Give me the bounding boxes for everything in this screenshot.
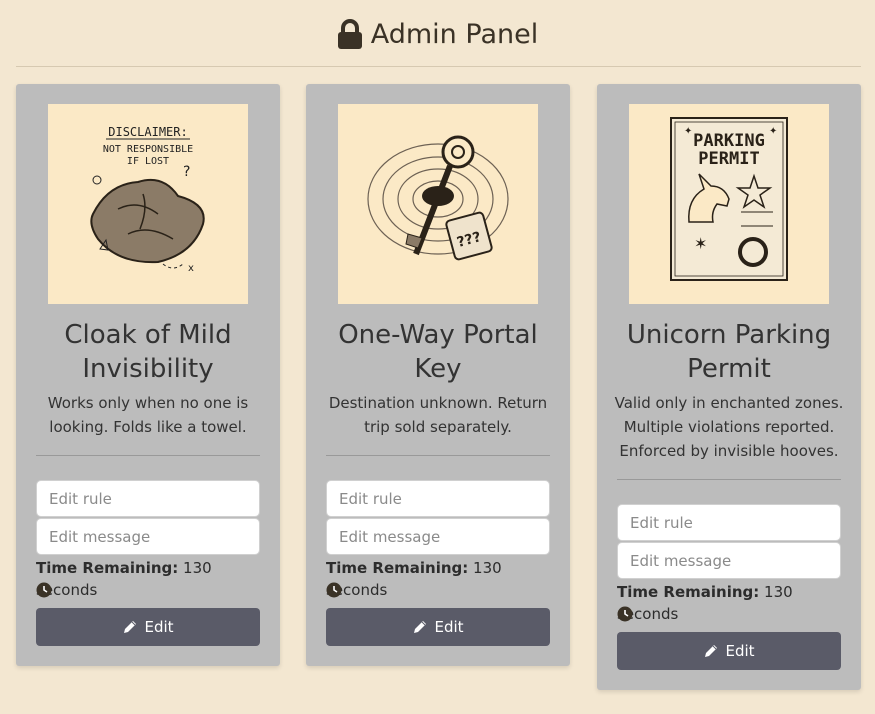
- svg-text:PARKING: PARKING: [693, 131, 765, 151]
- pencil-icon: [124, 621, 137, 633]
- edit-button[interactable]: Edit: [617, 632, 841, 670]
- item-image-cloak: DISCLAIMER: NOT RESPONSIBLE IF LOST ? x: [48, 104, 248, 304]
- pencil-icon: [414, 621, 427, 633]
- item-image-portal-key: ???: [338, 104, 538, 304]
- card-divider: [36, 455, 260, 456]
- item-image-unicorn-permit: PARKING PERMIT ✶ ✦ ✦: [629, 104, 829, 304]
- edit-button[interactable]: Edit: [326, 608, 550, 646]
- edit-rule-input[interactable]: [617, 504, 841, 541]
- edit-rule-input[interactable]: [326, 480, 550, 517]
- edit-button-label: Edit: [434, 618, 464, 636]
- svg-text:DISCLAIMER:: DISCLAIMER:: [108, 125, 187, 139]
- svg-text:✦: ✦: [769, 126, 777, 137]
- page-header: Admin Panel: [0, 14, 875, 54]
- svg-text:x: x: [188, 263, 194, 274]
- item-description: Works only when no one is looking. Folds…: [47, 394, 249, 436]
- edit-button-label: Edit: [725, 642, 755, 660]
- clock-icon: [326, 582, 342, 598]
- edit-rule-input[interactable]: [36, 480, 260, 517]
- item-card-portal-key: ??? One-Way Portal Key Destination unkno…: [306, 84, 570, 666]
- item-name: One-Way Portal Key: [338, 320, 538, 384]
- svg-text:✦: ✦: [684, 126, 692, 137]
- pencil-icon: [705, 645, 718, 657]
- edit-message-input[interactable]: [36, 518, 260, 555]
- page-title: Admin Panel: [370, 18, 539, 50]
- svg-text:PERMIT: PERMIT: [698, 149, 759, 169]
- item-description: Destination unknown. Return trip sold se…: [328, 394, 548, 436]
- header-divider: [16, 66, 861, 67]
- time-remaining: Time Remaining: 130 seconds: [617, 581, 847, 625]
- time-remaining-label: Time Remaining:: [617, 583, 760, 601]
- item-name: Unicorn Parking Permit: [626, 320, 832, 384]
- edit-message-input[interactable]: [326, 518, 550, 555]
- item-name: Cloak of Mild Invisibility: [64, 320, 232, 384]
- item-description: Valid only in enchanted zones. Multiple …: [614, 394, 844, 460]
- svg-text:✶: ✶: [694, 234, 707, 253]
- edit-message-input[interactable]: [617, 542, 841, 579]
- card-divider: [617, 479, 841, 480]
- time-remaining-label: Time Remaining:: [326, 559, 469, 577]
- clock-icon: [617, 606, 633, 622]
- svg-text:?: ?: [183, 164, 190, 180]
- time-remaining: Time Remaining: 130 seconds: [326, 557, 556, 601]
- edit-button[interactable]: Edit: [36, 608, 260, 646]
- item-card-unicorn-permit: PARKING PERMIT ✶ ✦ ✦ Unicorn Parking Per…: [597, 84, 861, 690]
- svg-text:IF LOST: IF LOST: [127, 156, 169, 167]
- time-remaining: Time Remaining: 130 seconds: [36, 557, 266, 601]
- svg-text:NOT RESPONSIBLE: NOT RESPONSIBLE: [103, 144, 193, 155]
- clock-icon: [36, 582, 52, 598]
- item-card-cloak: DISCLAIMER: NOT RESPONSIBLE IF LOST ? x …: [16, 84, 280, 666]
- time-remaining-label: Time Remaining:: [36, 559, 179, 577]
- edit-button-label: Edit: [144, 618, 174, 636]
- lock-icon: [337, 19, 362, 49]
- card-divider: [326, 455, 550, 456]
